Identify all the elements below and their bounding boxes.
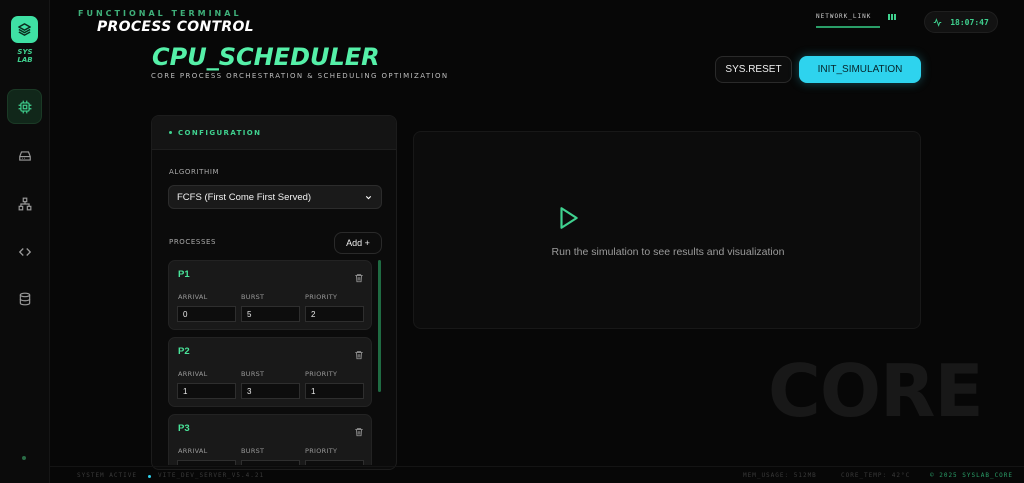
nav-network[interactable] (7, 186, 42, 221)
footer-copyright: © 2025 SYSLAB_CORE (930, 472, 1014, 479)
arrival-label: ARRIVAL (178, 447, 208, 455)
delete-process-button[interactable] (354, 424, 364, 442)
clock-time: 18:07:47 (950, 17, 989, 27)
sys-reset-button[interactable]: SYS.RESET (715, 56, 792, 83)
algorithm-value: FCFS (First Come First Served) (177, 191, 312, 203)
burst-label: BURST (241, 293, 265, 301)
status-dot (22, 456, 26, 460)
logo-text-line2: LAB (17, 56, 33, 64)
page-subtitle: CORE PROCESS ORCHESTRATION & SCHEDULING … (151, 72, 449, 80)
footer-temp: CORE_TEMP: 42°C (841, 472, 911, 479)
page-title: CPU_SCHEDULER (152, 43, 380, 71)
server-dot (148, 475, 151, 478)
nav-drive[interactable] (7, 138, 42, 173)
priority-label: PRIORITY (305, 447, 338, 455)
arrival-input[interactable]: 1 (177, 383, 236, 399)
network-indicator: NETWORK_LINK (816, 13, 908, 28)
signal-bars-icon (888, 14, 896, 20)
header-title: PROCESS CONTROL (97, 19, 254, 35)
nav-database[interactable] (7, 281, 42, 316)
configuration-title: CONFIGURATION (178, 128, 262, 137)
trash-icon (355, 351, 363, 360)
nav-cpu[interactable] (7, 89, 42, 124)
arrival-input[interactable]: 0 (177, 306, 236, 322)
sidebar: SYS LAB (0, 0, 50, 483)
processes-label: PROCESSES (169, 238, 217, 246)
header-subtitle: FUNCTIONAL TERMINAL (78, 9, 242, 18)
process-card: P2 ARRIVAL BURST PRIORITY 1 3 1 (168, 337, 372, 407)
algorithm-select[interactable]: FCFS (First Come First Served) (168, 185, 382, 209)
configuration-header: CONFIGURATION (152, 116, 396, 150)
config-dot (169, 131, 172, 134)
logo-text: SYS LAB (0, 48, 50, 64)
chevron-down-icon (365, 195, 372, 199)
add-process-button[interactable]: Add + (334, 232, 382, 254)
code-icon (18, 247, 31, 256)
trash-icon (355, 274, 363, 283)
logo-text-line1: SYS (17, 48, 33, 56)
process-list-scrollbar[interactable] (378, 260, 381, 392)
burst-input[interactable] (241, 460, 300, 465)
footer-server: VITE_DEV_SERVER_V5.4.21 (158, 472, 265, 479)
process-name: P2 (178, 346, 190, 357)
results-panel: Run the simulation to see results and vi… (413, 131, 921, 329)
network-icon (18, 197, 31, 210)
play-icon (560, 207, 578, 229)
arrival-label: ARRIVAL (178, 370, 208, 378)
delete-process-button[interactable] (354, 347, 364, 365)
priority-input[interactable]: 1 (305, 383, 364, 399)
init-simulation-button[interactable]: INIT_SIMULATION (799, 56, 921, 83)
logo-layers-icon[interactable] (11, 16, 38, 43)
priority-input[interactable]: 2 (305, 306, 364, 322)
process-name: P1 (178, 269, 190, 280)
activity-icon (933, 17, 942, 27)
delete-process-button[interactable] (354, 270, 364, 288)
process-name: P3 (178, 423, 190, 434)
clock: 18:07:47 (924, 11, 998, 33)
process-card: P1 ARRIVAL BURST PRIORITY 0 5 2 (168, 260, 372, 330)
process-card: P3 ARRIVAL BURST PRIORITY (168, 414, 372, 465)
footer-status: SYSTEM ACTIVE (77, 472, 137, 479)
cpu-icon (18, 100, 31, 113)
priority-input[interactable] (305, 460, 364, 465)
trash-icon (355, 428, 363, 437)
core-watermark: CORE (768, 349, 984, 433)
network-line (816, 26, 880, 28)
results-placeholder: Run the simulation to see results and vi… (551, 246, 785, 258)
nav-code[interactable] (7, 234, 42, 269)
burst-input[interactable]: 5 (241, 306, 300, 322)
burst-label: BURST (241, 370, 265, 378)
footer-status-bar: SYSTEM ACTIVE VITE_DEV_SERVER_V5.4.21 ME… (50, 466, 1024, 483)
arrival-label: ARRIVAL (178, 293, 208, 301)
process-list: P1 ARRIVAL BURST PRIORITY 0 5 2 P2 ARRIV… (168, 260, 390, 465)
drive-icon (18, 150, 31, 161)
priority-label: PRIORITY (305, 370, 338, 378)
algorithm-label: ALGORITHIM (169, 168, 220, 176)
configuration-panel: CONFIGURATION ALGORITHIM FCFS (First Com… (151, 115, 397, 470)
burst-label: BURST (241, 447, 265, 455)
burst-input[interactable]: 3 (241, 383, 300, 399)
priority-label: PRIORITY (305, 293, 338, 301)
footer-mem: MEM_USAGE: 512MB (743, 472, 817, 479)
database-icon (19, 292, 30, 305)
arrival-input[interactable] (177, 460, 236, 465)
